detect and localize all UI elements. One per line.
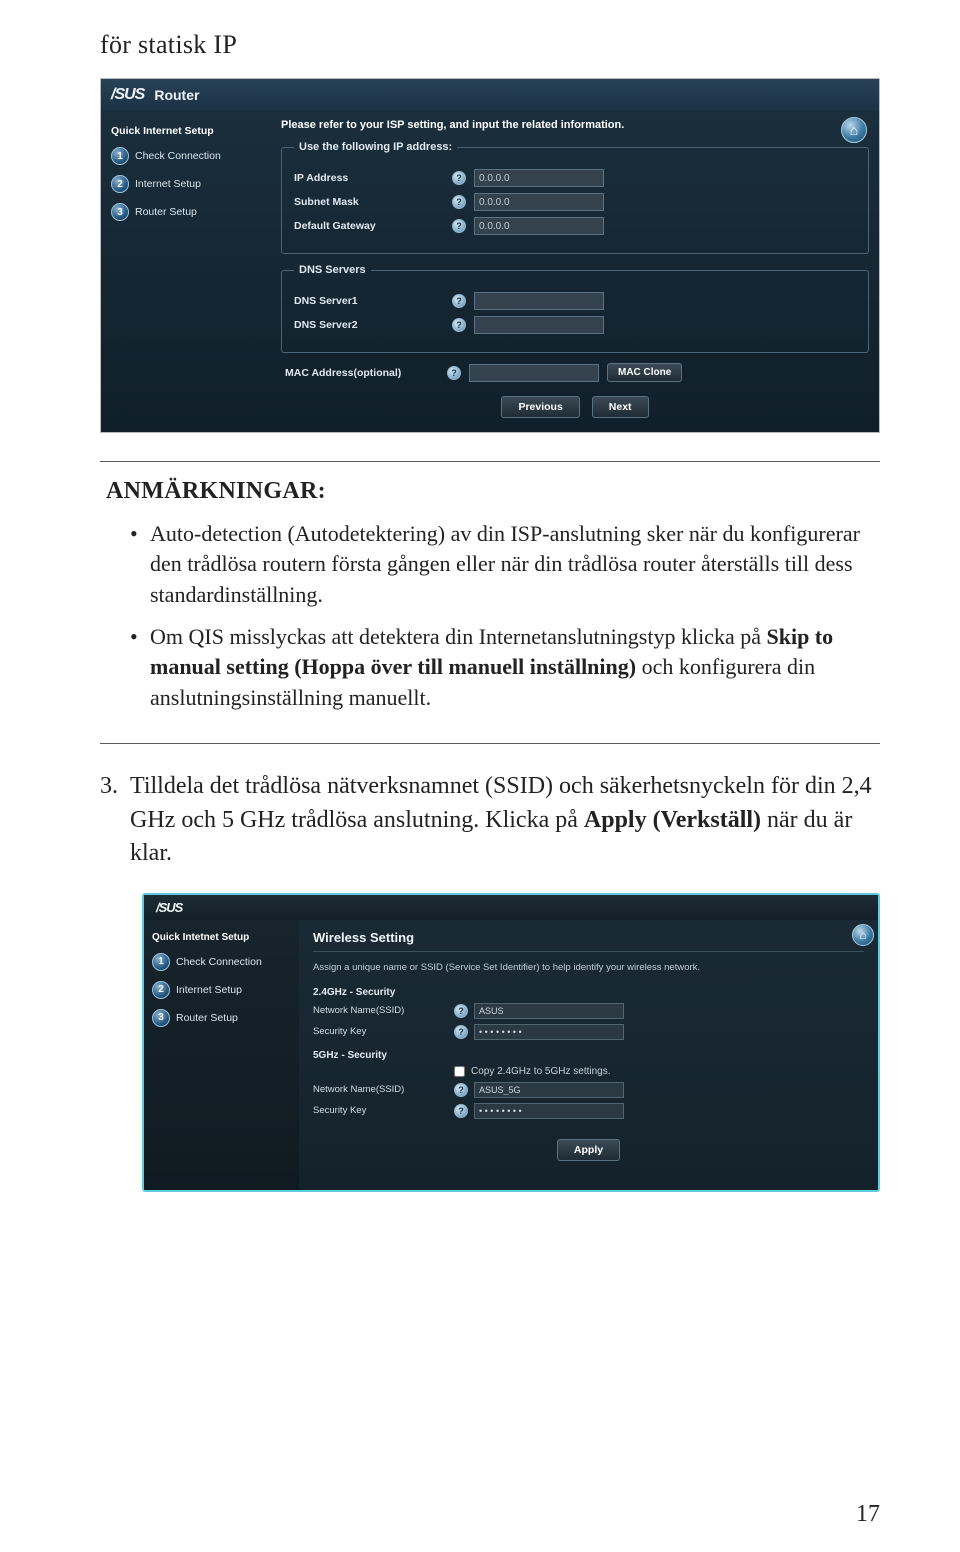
- router-titlebar: /SUS: [144, 895, 878, 920]
- mac-clone-button[interactable]: MAC Clone: [607, 363, 682, 382]
- security-24-label: Security Key: [313, 1026, 448, 1037]
- qis-sidebar: Quick Internet Setup 1 Check Connection …: [111, 119, 271, 418]
- page-number: 17: [856, 1501, 880, 1528]
- step-label: Internet Setup: [135, 178, 201, 190]
- step-badge-2: 2: [152, 981, 170, 999]
- step-3-paragraph: 3. Tilldela det trådlösa nätverksnamnet …: [100, 770, 880, 871]
- help-icon[interactable]: ?: [454, 1025, 468, 1039]
- step-label: Router Setup: [176, 1012, 238, 1024]
- step-number: 3.: [100, 770, 118, 871]
- qis-heading: Quick Intetnet Setup: [152, 932, 291, 943]
- ssid-24-input[interactable]: [474, 1003, 624, 1019]
- copy-24-to-5-checkbox[interactable]: [454, 1066, 465, 1077]
- step-router-setup[interactable]: 3 Router Setup: [111, 203, 271, 221]
- step-badge-1: 1: [111, 147, 129, 165]
- step-label: Check Connection: [135, 150, 221, 162]
- note-item-skip-manual: Om QIS misslyckas att detektera din Inte…: [130, 622, 874, 713]
- subnet-mask-label: Subnet Mask: [294, 196, 444, 208]
- dns-legend: DNS Servers: [294, 264, 371, 276]
- help-icon[interactable]: ?: [452, 294, 466, 308]
- ip-address-fieldset: Use the following IP address: IP Address…: [281, 141, 869, 254]
- step-badge-3: 3: [152, 1009, 170, 1027]
- step-internet-setup[interactable]: 2 Internet Setup: [111, 175, 271, 193]
- home-icon[interactable]: ⌂: [852, 924, 874, 946]
- default-gateway-input[interactable]: [474, 217, 604, 235]
- copy-24-to-5-label: Copy 2.4GHz to 5GHz settings.: [471, 1066, 611, 1077]
- help-icon[interactable]: ?: [452, 219, 466, 233]
- apply-button[interactable]: Apply: [557, 1139, 620, 1161]
- asus-logo: /SUS: [111, 86, 144, 104]
- notes-heading: ANMÄRKNINGAR:: [106, 478, 874, 505]
- step-internet-setup[interactable]: 2 Internet Setup: [152, 981, 291, 999]
- step-label: Internet Setup: [176, 984, 242, 996]
- help-icon[interactable]: ?: [447, 366, 461, 380]
- dns2-label: DNS Server2: [294, 319, 444, 331]
- next-button[interactable]: Next: [592, 396, 649, 418]
- help-icon[interactable]: ?: [454, 1104, 468, 1118]
- qis-heading: Quick Internet Setup: [111, 125, 271, 137]
- security-24-input[interactable]: [474, 1024, 624, 1040]
- dns-fieldset: DNS Servers DNS Server1 ? DNS Server2 ?: [281, 264, 869, 353]
- note-text-before: Om QIS misslyckas att detektera din Inte…: [150, 624, 766, 649]
- para-text-bold: Apply (Verkställ): [584, 807, 761, 833]
- help-icon[interactable]: ?: [452, 195, 466, 209]
- step-badge-3: 3: [111, 203, 129, 221]
- dns2-input[interactable]: [474, 316, 604, 334]
- notes-box: ANMÄRKNINGAR: Auto-detection (Autodetekt…: [100, 461, 880, 744]
- instruction-text: Assign a unique name or SSID (Service Se…: [313, 962, 864, 973]
- section-5ghz: 5GHz - Security: [313, 1050, 864, 1061]
- help-icon[interactable]: ?: [452, 171, 466, 185]
- section-24ghz: 2.4GHz - Security: [313, 987, 864, 998]
- qis-sidebar: Quick Intetnet Setup 1 Check Connection …: [144, 920, 299, 1190]
- wireless-setting-title: Wireless Setting: [313, 930, 864, 952]
- mac-address-input[interactable]: [469, 364, 599, 382]
- router-titlebar: /SUS Router: [101, 79, 879, 111]
- ip-legend: Use the following IP address:: [294, 141, 457, 153]
- ssid-24-label: Network Name(SSID): [313, 1005, 448, 1016]
- previous-button[interactable]: Previous: [501, 396, 579, 418]
- product-name: Router: [154, 87, 199, 103]
- default-gateway-label: Default Gateway: [294, 220, 444, 232]
- ssid-5-input[interactable]: [474, 1082, 624, 1098]
- step-badge-2: 2: [111, 175, 129, 193]
- asus-logo: /SUS: [156, 900, 182, 915]
- help-icon[interactable]: ?: [454, 1004, 468, 1018]
- subnet-mask-input[interactable]: [474, 193, 604, 211]
- step-check-connection[interactable]: 1 Check Connection: [111, 147, 271, 165]
- step-router-setup[interactable]: 3 Router Setup: [152, 1009, 291, 1027]
- dns1-label: DNS Server1: [294, 295, 444, 307]
- step-label: Check Connection: [176, 956, 262, 968]
- step-badge-1: 1: [152, 953, 170, 971]
- step-label: Router Setup: [135, 206, 197, 218]
- doc-section-title: för statisk IP: [100, 30, 880, 60]
- ip-address-label: IP Address: [294, 172, 444, 184]
- security-5-label: Security Key: [313, 1105, 448, 1116]
- note-item-autodetection: Auto-detection (Autodetektering) av din …: [130, 519, 874, 610]
- step-check-connection[interactable]: 1 Check Connection: [152, 953, 291, 971]
- help-icon[interactable]: ?: [452, 318, 466, 332]
- router-screenshot-wireless-setting: /SUS Quick Intetnet Setup 1 Check Connec…: [142, 893, 880, 1192]
- home-icon[interactable]: ⌂: [841, 117, 867, 143]
- router-screenshot-static-ip: /SUS Router Quick Internet Setup 1 Check…: [100, 78, 880, 433]
- instruction-text: Please refer to your ISP setting, and in…: [281, 119, 869, 131]
- security-5-input[interactable]: [474, 1103, 624, 1119]
- help-icon[interactable]: ?: [454, 1083, 468, 1097]
- ip-address-input[interactable]: [474, 169, 604, 187]
- ssid-5-label: Network Name(SSID): [313, 1084, 448, 1095]
- mac-address-label: MAC Address(optional): [285, 367, 439, 379]
- dns1-input[interactable]: [474, 292, 604, 310]
